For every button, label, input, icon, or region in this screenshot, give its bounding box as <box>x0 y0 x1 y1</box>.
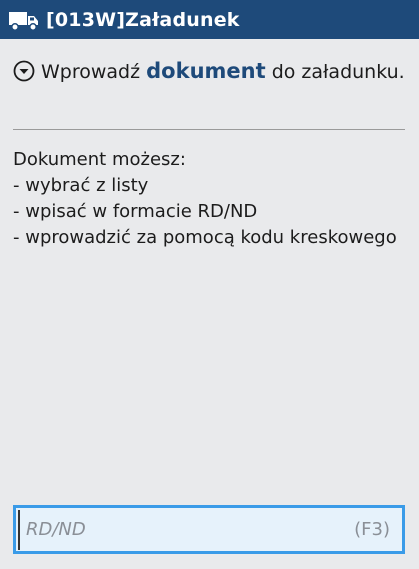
help-item-barcode: - wprowadzić za pomocą kodu kreskowego <box>13 227 397 248</box>
divider <box>13 129 405 130</box>
help-intro: Dokument możesz: <box>13 149 186 170</box>
shortcut-hint: (F3) <box>354 519 390 540</box>
document-input-field[interactable]: (F3) <box>13 505 405 554</box>
page-title: [013W]Załadunek <box>46 8 240 31</box>
help-item-list: - wybrać z listy <box>13 175 149 196</box>
document-input[interactable] <box>18 509 355 550</box>
instruction-keyword: dokument <box>146 59 266 83</box>
help-text: Dokument możesz: - wybrać z listy - wpis… <box>13 147 408 251</box>
instruction-prefix: Wprowadź <box>41 61 141 83</box>
truck-icon <box>9 11 38 31</box>
chevron-down-circle-icon[interactable] <box>13 60 35 82</box>
instruction-suffix: do załadunku. <box>271 61 405 83</box>
title-bar: [013W]Załadunek <box>0 0 419 39</box>
help-item-format: - wpisać w formacie RD/ND <box>13 201 258 222</box>
instruction-text: Wprowadź dokument do załadunku. <box>13 56 408 88</box>
